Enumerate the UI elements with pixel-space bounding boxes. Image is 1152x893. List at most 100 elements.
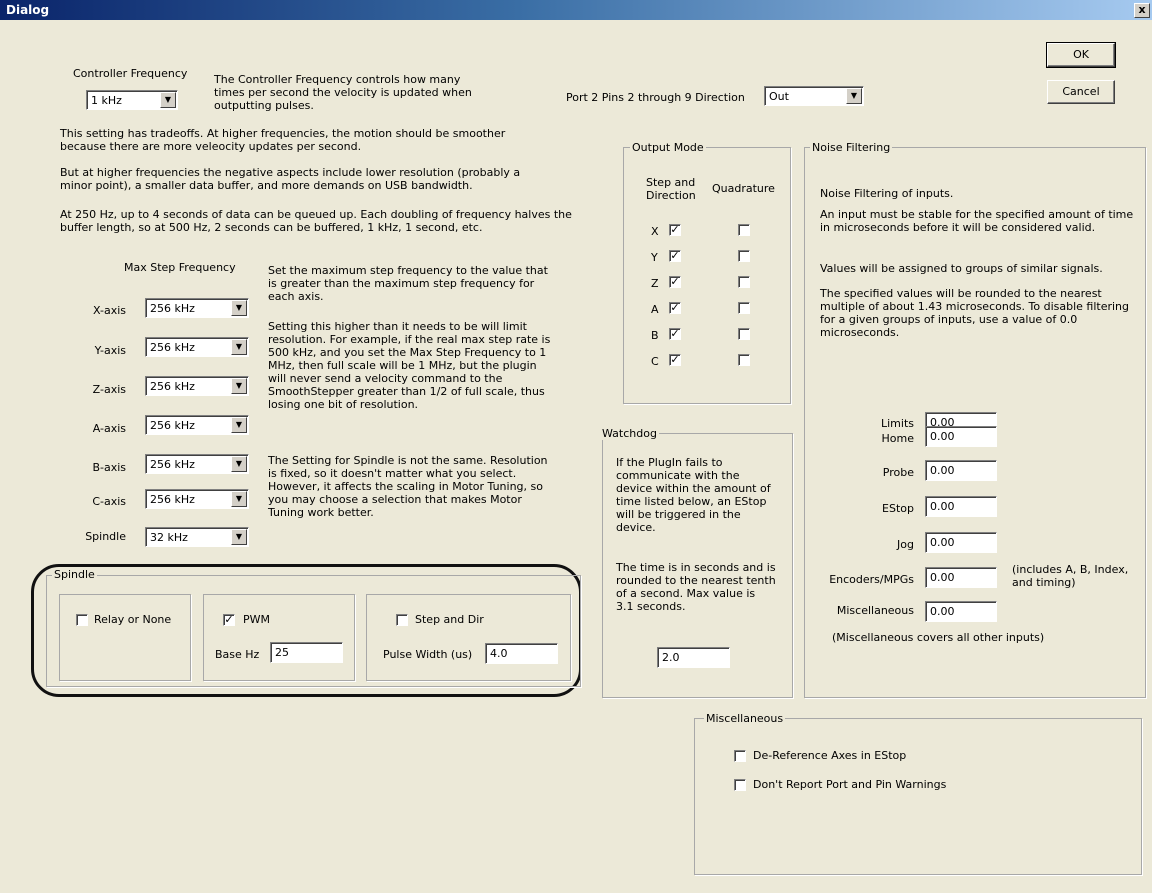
a-quad-checkbox[interactable] <box>738 302 750 314</box>
port-direction-value: Out <box>769 90 789 103</box>
controller-frequency-select[interactable]: 1 kHz ▼ <box>86 90 178 110</box>
max-step-frequency-label: Max Step Frequency <box>124 261 236 274</box>
chevron-down-icon[interactable]: ▼ <box>231 456 247 472</box>
misc-group-title: Miscellaneous <box>704 712 786 725</box>
home-label-text: Home <box>881 432 914 445</box>
chevron-down-icon[interactable]: ▼ <box>231 417 247 433</box>
buffer-text: At 250 Hz, up to 4 seconds of data can b… <box>60 208 572 234</box>
home-input[interactable]: 0.00 <box>925 426 997 447</box>
b-axis-frequency-select[interactable]: 256 kHz ▼ <box>145 454 249 474</box>
b-quad-checkbox[interactable] <box>738 328 750 340</box>
a-step-checkbox[interactable]: ✓ <box>669 302 681 314</box>
b-step-checkbox[interactable]: ✓ <box>669 328 681 340</box>
x-axis-frequency-select[interactable]: 256 kHz ▼ <box>145 298 249 318</box>
estop-label: EStop <box>882 502 914 515</box>
c-axis-frequency-select[interactable]: 256 kHz ▼ <box>145 489 249 509</box>
spindle-frequency-value: 32 kHz <box>150 531 188 544</box>
noise-stable-text: An input must be stable for the specifie… <box>820 208 1134 234</box>
x-step-checkbox[interactable]: ✓ <box>669 224 681 236</box>
estop-input[interactable]: 0.00 <box>925 496 997 517</box>
controller-frequency-description: The Controller Frequency controls how ma… <box>214 73 472 112</box>
relay-label: Relay or None <box>94 613 172 626</box>
watchdog-input[interactable]: 2.0 <box>657 647 730 668</box>
cancel-button[interactable]: Cancel <box>1047 80 1115 104</box>
a-axis-frequency-select[interactable]: 256 kHz ▼ <box>145 415 249 435</box>
encoders-label: Encoders/MPGs <box>829 573 914 586</box>
chevron-down-icon[interactable]: ▼ <box>231 339 247 355</box>
chevron-down-icon[interactable]: ▼ <box>231 529 247 545</box>
pulse-width-label: Pulse Width (us) <box>383 648 473 661</box>
chevron-down-icon[interactable]: ▼ <box>231 491 247 507</box>
x-quad-checkbox[interactable] <box>738 224 750 236</box>
chevron-down-icon[interactable]: ▼ <box>846 88 862 104</box>
noise-filtering-intro: Noise Filtering of inputs. <box>820 187 954 200</box>
output-axis-c: C <box>651 355 659 368</box>
title-bar <box>0 0 1152 20</box>
chevron-down-icon[interactable]: ▼ <box>160 92 176 108</box>
noise-filtering-title: Noise Filtering <box>810 141 893 154</box>
miscellaneous-input[interactable]: 0.00 <box>925 601 997 622</box>
relay-box <box>59 594 191 681</box>
c-axis-frequency-value: 256 kHz <box>150 493 195 506</box>
pwm-checkbox[interactable]: ✓ <box>223 614 235 626</box>
misc-group <box>694 718 1142 875</box>
c-quad-checkbox[interactable] <box>738 354 750 366</box>
watchdog-description: If the PlugIn fails to communicate with … <box>616 456 771 534</box>
pulse-width-input[interactable]: 4.0 <box>485 643 558 664</box>
step-dir-label: Step and Dir <box>415 613 484 626</box>
close-button[interactable]: x <box>1134 3 1150 18</box>
b-axis-frequency-value: 256 kHz <box>150 458 195 471</box>
spindle-frequency-select[interactable]: 32 kHz ▼ <box>145 527 249 547</box>
noise-rounding-text: The specified values will be rounded to … <box>820 287 1130 339</box>
axis-label-y: Y-axis <box>94 344 126 357</box>
window-title: Dialog <box>6 3 50 17</box>
max-step-resolution-text: Setting this higher than it needs to be … <box>268 320 551 411</box>
chevron-down-icon[interactable]: ▼ <box>231 378 247 394</box>
c-step-checkbox[interactable]: ✓ <box>669 354 681 366</box>
base-hz-input[interactable]: 25 <box>270 642 343 663</box>
jog-label: Jog <box>897 538 914 551</box>
output-axis-b: B <box>651 329 659 342</box>
dereference-label: De-Reference Axes in EStop <box>753 749 907 762</box>
port-direction-label: Port 2 Pins 2 through 9 Direction <box>566 91 745 104</box>
controller-frequency-label: Controller Frequency <box>73 67 188 80</box>
y-step-checkbox[interactable]: ✓ <box>669 250 681 262</box>
pwm-box <box>203 594 355 681</box>
x-axis-frequency-value: 256 kHz <box>150 302 195 315</box>
miscellaneous-label: Miscellaneous <box>836 604 914 617</box>
z-axis-frequency-select[interactable]: 256 kHz ▼ <box>145 376 249 396</box>
axis-label-b: B-axis <box>92 461 126 474</box>
probe-input[interactable]: 0.00 <box>925 460 997 481</box>
noise-groups-text: Values will be assigned to groups of sim… <box>820 262 1103 275</box>
max-step-description: Set the maximum step frequency to the va… <box>268 264 548 303</box>
jog-input[interactable]: 0.00 <box>925 532 997 553</box>
chevron-down-icon[interactable]: ▼ <box>231 300 247 316</box>
axis-label-c: C-axis <box>92 495 126 508</box>
dereference-checkbox[interactable] <box>734 750 746 762</box>
z-step-checkbox[interactable]: ✓ <box>669 276 681 288</box>
y-quad-checkbox[interactable] <box>738 250 750 262</box>
tradeoffs-text: This setting has tradeoffs. At higher fr… <box>60 127 506 153</box>
watchdog-time-text: The time is in seconds and is rounded to… <box>616 561 776 613</box>
axis-label-a: A-axis <box>92 422 126 435</box>
output-axis-a: A <box>651 303 659 316</box>
z-quad-checkbox[interactable] <box>738 276 750 288</box>
encoders-input[interactable]: 0.00 <box>925 567 997 588</box>
step-dir-box <box>366 594 571 681</box>
output-mode-title: Output Mode <box>630 141 706 154</box>
port-direction-select[interactable]: Out ▼ <box>764 86 864 106</box>
ok-button[interactable]: OK <box>1046 42 1116 68</box>
relay-checkbox[interactable] <box>76 614 88 626</box>
axis-label-z: Z-axis <box>92 383 126 396</box>
quadrature-header: Quadrature <box>712 182 775 195</box>
no-warnings-label: Don't Report Port and Pin Warnings <box>753 778 947 791</box>
output-axis-x: X <box>651 225 659 238</box>
no-warnings-checkbox[interactable] <box>734 779 746 791</box>
output-axis-z: Z <box>651 277 659 290</box>
encoders-note: (includes A, B, Index, and timing) <box>1012 563 1129 589</box>
step-dir-checkbox[interactable] <box>396 614 408 626</box>
spindle-group-title: Spindle <box>52 568 97 581</box>
z-axis-frequency-value: 256 kHz <box>150 380 195 393</box>
y-axis-frequency-select[interactable]: 256 kHz ▼ <box>145 337 249 357</box>
axis-label-spindle: Spindle <box>85 530 126 543</box>
